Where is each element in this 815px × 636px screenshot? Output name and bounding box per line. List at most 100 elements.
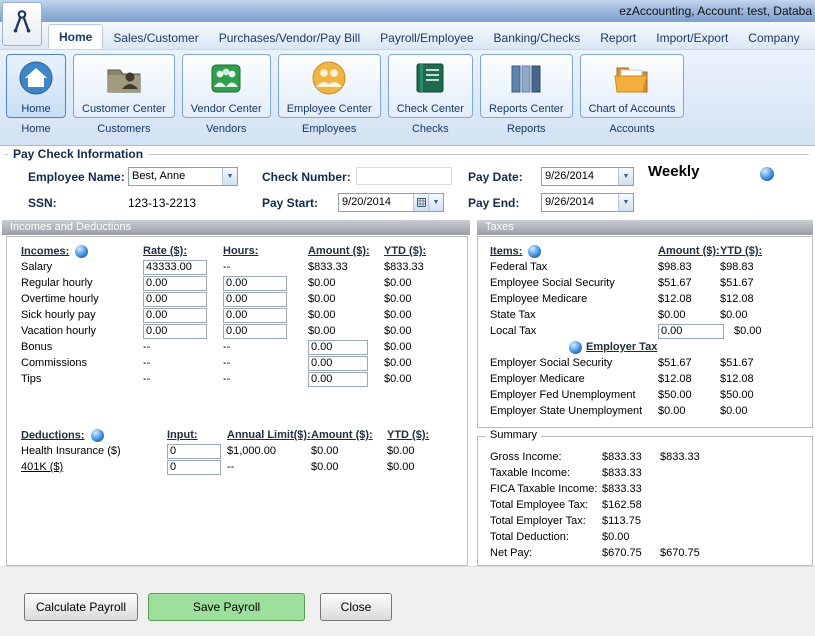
pay-end-select[interactable]: 9/26/2014 ▼ bbox=[541, 193, 634, 212]
check-number-label: Check Number: bbox=[262, 170, 351, 184]
tab-help[interactable]: Help bbox=[810, 26, 815, 49]
check-number-input[interactable] bbox=[356, 167, 452, 185]
toolbar-chart-of-accounts-button[interactable]: Chart of Accounts Accounts bbox=[580, 54, 685, 145]
summary-row-net-pay: Net Pay: $670.75 $670.75 bbox=[478, 545, 812, 561]
toolbar-customer-center-button[interactable]: Customer Center Customers bbox=[73, 54, 175, 145]
taxes-header-row: Items: Amount ($): YTD ($): bbox=[478, 243, 812, 259]
footer-bar: Calculate Payroll Save Payroll Close bbox=[0, 566, 815, 636]
tab-payroll-employee[interactable]: Payroll/Employee bbox=[370, 26, 483, 49]
calendar-icon[interactable] bbox=[413, 194, 428, 211]
app-icon-button[interactable] bbox=[2, 2, 42, 46]
tax-amount: $51.67 bbox=[658, 277, 720, 289]
income-row-sick-hourly-pay: Sick hourly pay $0.00 $0.00 bbox=[7, 307, 467, 323]
tax-label: Employer Medicare bbox=[490, 373, 658, 385]
tax-amount: $51.67 bbox=[658, 357, 720, 369]
toolbar-button-label: Check Center bbox=[397, 103, 464, 115]
overtime-hourly-hours-input[interactable] bbox=[223, 292, 287, 307]
deduction-label[interactable]: 401K ($) bbox=[21, 461, 167, 473]
tab-company[interactable]: Company bbox=[738, 26, 809, 49]
chevron-down-icon[interactable]: ▼ bbox=[428, 194, 443, 211]
taxes-table: Items: Amount ($): YTD ($): Federal Tax … bbox=[478, 243, 812, 419]
sick-hourly-hours-input[interactable] bbox=[223, 308, 287, 323]
toolbar-employee-center-button[interactable]: Employee Center Employees bbox=[278, 54, 381, 145]
incomes-deductions-panel: Incomes: Rate ($): Hours: Amount ($): YT… bbox=[6, 236, 468, 566]
overtime-hourly-rate-input[interactable] bbox=[143, 292, 207, 307]
close-button[interactable]: Close bbox=[320, 593, 392, 621]
compass-logo-icon bbox=[9, 8, 35, 41]
income-label: Salary bbox=[21, 261, 143, 273]
pay-date-select[interactable]: 9/26/2014 ▼ bbox=[541, 167, 634, 186]
regular-hourly-rate-input[interactable] bbox=[143, 276, 207, 291]
summary-title: Summary bbox=[486, 429, 541, 441]
vacation-hourly-hours-input[interactable] bbox=[223, 324, 287, 339]
paycheck-section: Pay Check Information Employee Name: Bes… bbox=[0, 146, 815, 220]
income-ytd: $0.00 bbox=[384, 277, 467, 289]
save-payroll-button[interactable]: Save Payroll bbox=[148, 593, 305, 621]
summary-label: Total Employee Tax: bbox=[490, 499, 602, 511]
help-globe-icon[interactable] bbox=[91, 429, 104, 442]
help-globe-icon[interactable] bbox=[75, 245, 88, 258]
regular-hourly-hours-input[interactable] bbox=[223, 276, 287, 291]
calculate-payroll-button[interactable]: Calculate Payroll bbox=[24, 593, 138, 621]
sick-hourly-rate-input[interactable] bbox=[143, 308, 207, 323]
tab-purchases-vendor-pay-bill[interactable]: Purchases/Vendor/Pay Bill bbox=[209, 26, 370, 49]
tax-ytd: $51.67 bbox=[720, 357, 812, 369]
401k-input[interactable] bbox=[167, 460, 221, 475]
vendor-center-icon bbox=[205, 58, 247, 98]
commissions-amount-input[interactable] bbox=[308, 356, 368, 371]
income-hours: -- bbox=[223, 341, 308, 353]
toolbar-reports-center-button[interactable]: Reports Center Reports bbox=[480, 54, 573, 145]
toolbar-group-label: Employees bbox=[302, 123, 356, 135]
summary-label: Taxable Income: bbox=[490, 467, 602, 479]
employee-name-label: Employee Name: bbox=[28, 170, 125, 184]
income-label: Sick hourly pay bbox=[21, 309, 143, 321]
vacation-hourly-rate-input[interactable] bbox=[143, 324, 207, 339]
help-globe-icon[interactable] bbox=[569, 341, 582, 354]
tab-sales-customer[interactable]: Sales/Customer bbox=[103, 26, 208, 49]
help-globe-icon[interactable] bbox=[760, 167, 774, 181]
help-globe-icon[interactable] bbox=[528, 245, 541, 258]
deduction-limit: -- bbox=[227, 461, 311, 473]
chevron-down-icon[interactable]: ▼ bbox=[222, 168, 237, 185]
tab-home[interactable]: Home bbox=[48, 24, 103, 49]
deduction-ytd: $0.00 bbox=[387, 445, 467, 457]
summary-row-taxable-income: Taxable Income: $833.33 bbox=[478, 465, 812, 481]
income-row-vacation-hourly: Vacation hourly $0.00 $0.00 bbox=[7, 323, 467, 339]
income-ytd: $0.00 bbox=[384, 373, 467, 385]
bonus-amount-input[interactable] bbox=[308, 340, 368, 355]
pay-start-datepicker[interactable]: 9/20/2014 ▼ bbox=[338, 193, 444, 212]
tips-amount-input[interactable] bbox=[308, 372, 368, 387]
title-bar[interactable]: ezAccounting, Account: test, Databa bbox=[0, 0, 815, 22]
tab-import-export[interactable]: Import/Export bbox=[646, 26, 738, 49]
summary-label: Total Employer Tax: bbox=[490, 515, 602, 527]
toolbar-button-label: Home bbox=[21, 103, 50, 115]
employee-name-select[interactable]: Best, Anne ▼ bbox=[128, 167, 238, 186]
income-label: Commissions bbox=[21, 357, 143, 369]
tab-banking-checks[interactable]: Banking/Checks bbox=[484, 26, 591, 49]
toolbar-check-center-button[interactable]: Check Center Checks bbox=[388, 54, 473, 145]
income-amount: $0.00 bbox=[308, 309, 384, 321]
toolbar-vendor-center-button[interactable]: Vendor Center Vendors bbox=[182, 54, 271, 145]
paycheck-section-title: Pay Check Information bbox=[8, 147, 148, 161]
income-rate: -- bbox=[143, 357, 223, 369]
tax-label: State Tax bbox=[490, 309, 658, 321]
toolbar-group-label: Home bbox=[21, 123, 50, 135]
tax-ytd: $12.08 bbox=[720, 373, 812, 385]
income-label: Overtime hourly bbox=[21, 293, 143, 305]
toolbar-home-button[interactable]: Home Home bbox=[6, 54, 66, 145]
tax-label: Employee Social Security bbox=[490, 277, 658, 289]
local-tax-input[interactable] bbox=[658, 324, 724, 339]
income-hours: -- bbox=[223, 357, 308, 369]
chevron-down-icon[interactable]: ▼ bbox=[618, 194, 633, 211]
tax-row-employee-social-security: Employee Social Security $51.67 $51.67 bbox=[478, 275, 812, 291]
ytd-column-header: YTD ($): bbox=[720, 245, 812, 257]
salary-rate-input[interactable] bbox=[143, 260, 207, 275]
hours-column-header: Hours: bbox=[223, 245, 308, 257]
income-label: Bonus bbox=[21, 341, 143, 353]
chevron-down-icon[interactable]: ▼ bbox=[618, 168, 633, 185]
income-row-tips: Tips -- -- $0.00 bbox=[7, 371, 467, 387]
tab-report[interactable]: Report bbox=[590, 26, 646, 49]
deduction-ytd: $0.00 bbox=[387, 461, 467, 473]
health-insurance-input[interactable] bbox=[167, 444, 221, 459]
tax-ytd: $12.08 bbox=[720, 293, 812, 305]
